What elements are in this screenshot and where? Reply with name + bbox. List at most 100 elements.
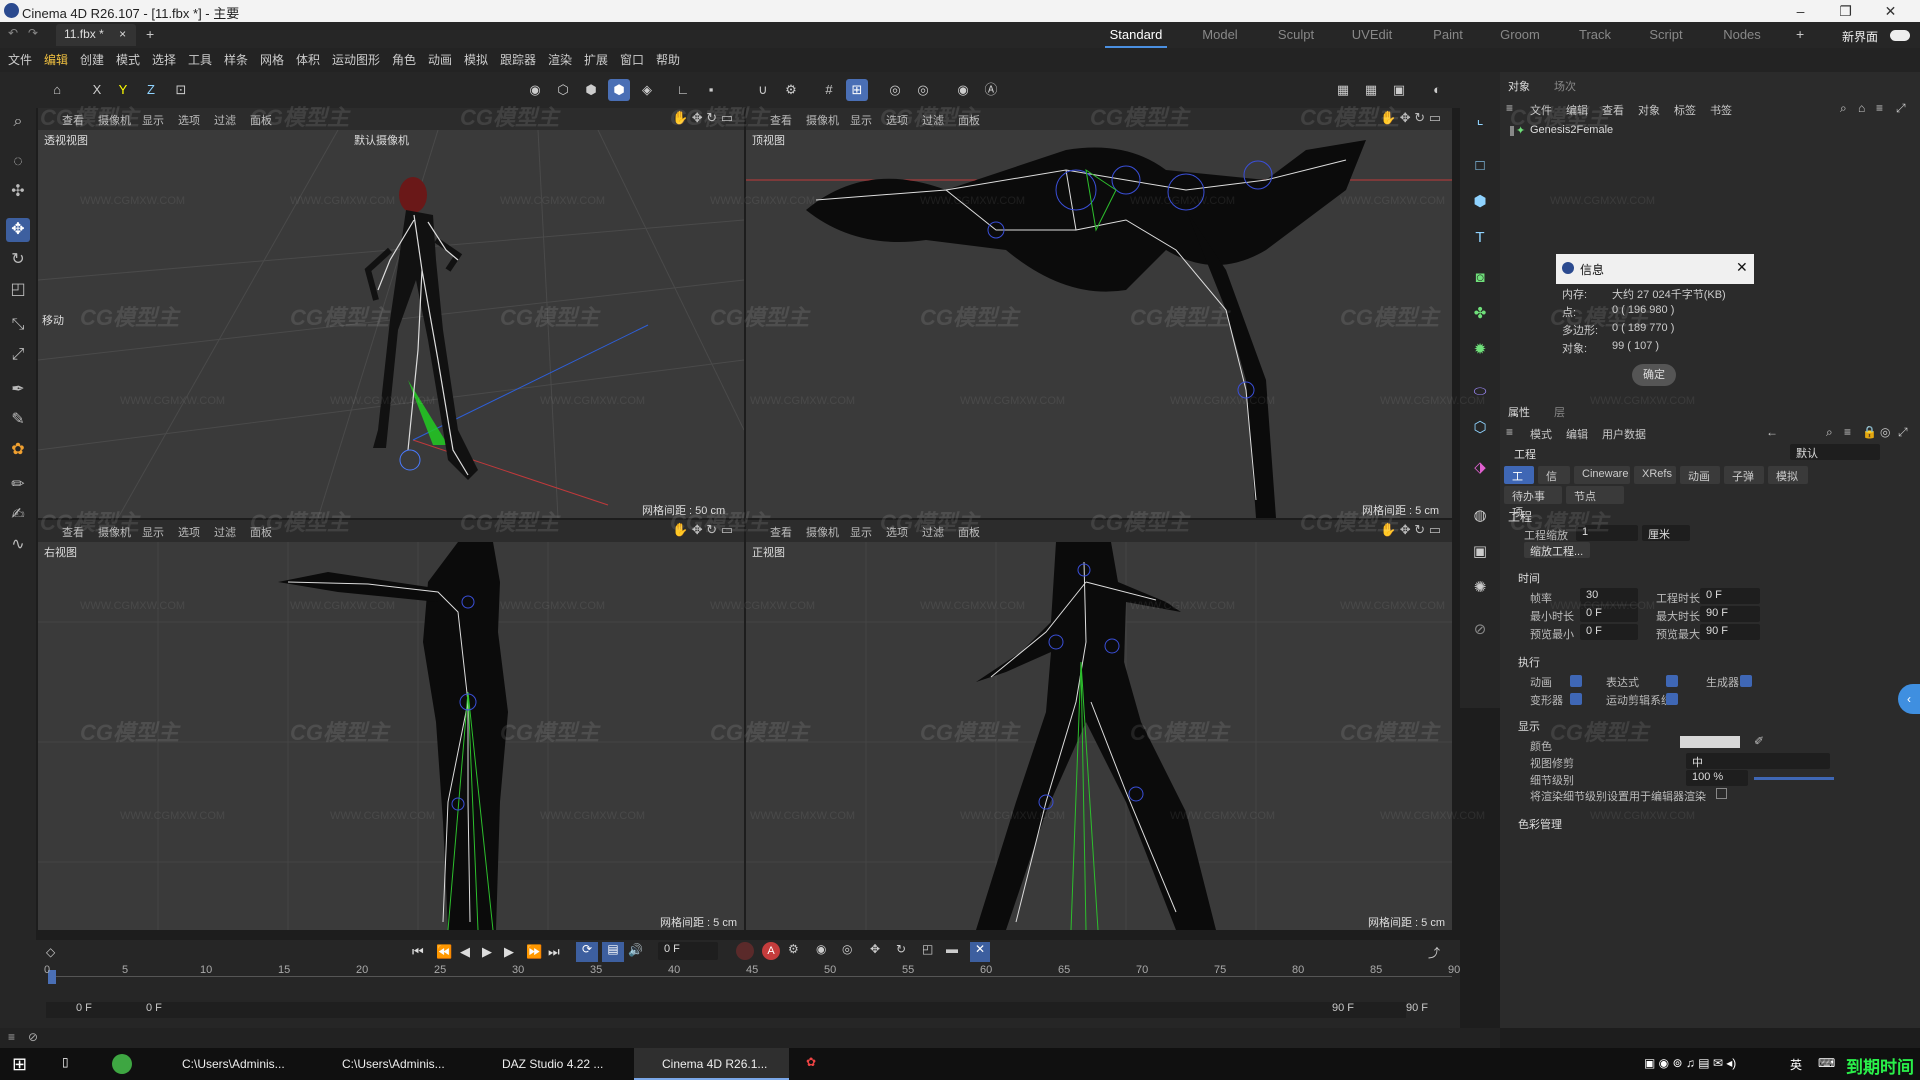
viewport-nav-icons[interactable]: ✋ ✥ ↻ ▭	[672, 110, 733, 126]
taskbar-explorer-2[interactable]: C:\Users\Adminis...	[314, 1048, 469, 1080]
polygons-mode-icon[interactable]: ⬢	[580, 79, 602, 101]
execute-section[interactable]: 执行	[1518, 654, 1540, 670]
layout-tab-model[interactable]: Model	[1190, 22, 1250, 48]
viewport-menu-item[interactable]: 查看	[770, 112, 792, 128]
axis-y-button[interactable]: Y	[112, 79, 134, 101]
clip-select[interactable]: 中	[1686, 753, 1830, 769]
layout-tab-standard[interactable]: Standard	[1105, 22, 1167, 48]
loop-icon[interactable]: ⟳	[576, 942, 598, 962]
close-icon[interactable]: ✕	[1868, 0, 1913, 22]
cube-icon[interactable]: ⬢	[1468, 190, 1492, 214]
search-icon[interactable]: ⌕	[1826, 425, 1833, 440]
back-icon[interactable]: ←	[1766, 425, 1778, 439]
object-menu-item[interactable]: 标签	[1674, 102, 1696, 118]
menu-item-17[interactable]: 帮助	[656, 48, 680, 72]
menu-item-7[interactable]: 网格	[260, 48, 284, 72]
tab-layers[interactable]: 层	[1554, 404, 1565, 420]
sound-icon[interactable]: 🔊	[628, 943, 643, 957]
object-menu-item[interactable]: 对象	[1638, 102, 1660, 118]
rotate-icon[interactable]: ↻	[6, 248, 30, 272]
new-ui-toggle[interactable]	[1890, 30, 1910, 41]
menu-item-10[interactable]: 角色	[392, 48, 416, 72]
auto-key-icon[interactable]: A	[762, 942, 780, 960]
home-icon[interactable]: ⌂	[1858, 101, 1865, 115]
lock-icon[interactable]: 🔒	[1862, 425, 1877, 439]
menu-item-16[interactable]: 窗口	[620, 48, 644, 72]
spline-icon[interactable]: ⬗	[1468, 456, 1492, 480]
soft-selection-icon[interactable]: ◎	[884, 79, 906, 101]
render-picture-viewer-icon[interactable]: ▦	[1360, 79, 1382, 101]
cube-outline-icon[interactable]: □	[1468, 154, 1492, 178]
menu-item-4[interactable]: 选择	[152, 48, 176, 72]
target-icon[interactable]: ◎	[1880, 425, 1890, 439]
viewport-top[interactable]: 查看 摄像机 显示 选项 过滤 面板 ✋ ✥ ↻ ▭ 顶视图 网格间距 : 5 cm	[746, 108, 1452, 518]
viewport-menu-item[interactable]: 过滤	[922, 524, 944, 540]
menu-item-12[interactable]: 模拟	[464, 48, 488, 72]
timeline-graph-icon[interactable]: ⤴	[1428, 944, 1440, 961]
preset-select[interactable]: 默认	[1790, 444, 1880, 460]
render-view-icon[interactable]: ▦	[1332, 79, 1354, 101]
viewport-nav-icons[interactable]: ✋ ✥ ↻ ▭	[1380, 110, 1441, 126]
viewport-menu-item[interactable]: 查看	[770, 524, 792, 540]
keyframe-selection-icon[interactable]: ◉	[816, 942, 826, 956]
viewport-nav-icons[interactable]: ✋ ✥ ↻ ▭	[672, 522, 733, 538]
dialog-close-icon[interactable]: ✕	[1736, 259, 1748, 276]
taskbar-daz[interactable]: DAZ Studio 4.22 ...	[474, 1048, 629, 1080]
menu-item-6[interactable]: 样条	[224, 48, 248, 72]
subtab-3[interactable]: XRefs	[1634, 466, 1676, 484]
layout-tab-paint[interactable]: Paint	[1418, 22, 1478, 48]
undo-view-icon[interactable]: ⌂	[46, 79, 68, 101]
viewport-menu-item[interactable]: 选项	[178, 112, 200, 128]
exec-deformer-checkbox[interactable]	[1570, 693, 1582, 705]
workplane-icon[interactable]: ⊞	[846, 79, 868, 101]
expand-panel-icon[interactable]: ⤢	[1898, 425, 1908, 440]
browser-icon[interactable]	[112, 1054, 132, 1074]
coordinate-system-icon[interactable]: ⊡	[170, 79, 192, 101]
redshift-icon[interactable]: ◐	[1426, 79, 1448, 101]
lod-note-checkbox[interactable]	[1716, 788, 1727, 799]
scale-project-button[interactable]: 缩放工程...	[1524, 542, 1590, 558]
task-view-icon[interactable]: ▯	[62, 1055, 69, 1069]
viewport-menu-item[interactable]: 选项	[886, 524, 908, 540]
grid-snap-icon[interactable]: #	[818, 79, 840, 101]
keyboard-icon[interactable]: ⌨	[1818, 1056, 1835, 1070]
spline-pen-icon[interactable]: ✒	[6, 378, 30, 402]
filter-icon[interactable]: ≡	[1844, 425, 1851, 439]
first-frame-icon[interactable]: ⏮	[412, 944, 424, 960]
menu-item-9[interactable]: 运动图形	[332, 48, 380, 72]
exec-animation-checkbox[interactable]	[1570, 675, 1582, 687]
camera-icon[interactable]: ⌞	[1468, 108, 1492, 132]
fps-field[interactable]: 30	[1580, 588, 1638, 604]
magnet-icon[interactable]: ∪	[752, 79, 774, 101]
taskbar-cinema4d[interactable]: Cinema 4D R26.1...	[634, 1048, 789, 1080]
object-menu-item[interactable]: 书签	[1710, 102, 1732, 118]
viewport-menu-item[interactable]: 选项	[886, 112, 908, 128]
color-swatch[interactable]	[1680, 736, 1740, 748]
generator-icon[interactable]: ◙	[1468, 266, 1492, 290]
key-interp-icon[interactable]: ◎	[842, 942, 852, 956]
text-icon[interactable]: T	[1468, 226, 1492, 250]
rotation-track-icon[interactable]: ↻	[896, 942, 906, 956]
preview-min-field[interactable]: 0 F	[1580, 624, 1638, 640]
scale-field[interactable]: 1	[1576, 525, 1638, 541]
exec-motion-checkbox[interactable]	[1666, 693, 1678, 705]
smooth-icon[interactable]: ✍	[6, 503, 30, 527]
environment-icon[interactable]: ◍	[1468, 504, 1492, 528]
object-name[interactable]: Genesis2Female	[1530, 124, 1613, 136]
menu-item-1[interactable]: 编辑	[44, 48, 68, 72]
dialog-ok-button[interactable]: 确定	[1632, 364, 1676, 386]
viewport-menu-item[interactable]: 显示	[142, 112, 164, 128]
menu-item-11[interactable]: 动画	[428, 48, 452, 72]
layout-tab-script[interactable]: Script	[1636, 22, 1696, 48]
layout-tab-sculpt[interactable]: Sculpt	[1266, 22, 1326, 48]
range-bar[interactable]	[46, 1002, 1406, 1018]
app-icon[interactable]: ✿	[806, 1055, 816, 1069]
subtab-5[interactable]: 子弹	[1724, 466, 1764, 484]
lod-field[interactable]: 100 %	[1686, 770, 1748, 786]
max-field[interactable]: 90 F	[1700, 606, 1760, 622]
viewport-nav-icons[interactable]: ✋ ✥ ↻ ▭	[1380, 522, 1441, 538]
subtab-0[interactable]: 工程	[1504, 466, 1534, 499]
next-key-icon[interactable]: ⏩	[526, 944, 542, 960]
object-menu-item[interactable]: 文件	[1530, 102, 1552, 118]
subtab-2[interactable]: Cineware	[1574, 466, 1630, 484]
